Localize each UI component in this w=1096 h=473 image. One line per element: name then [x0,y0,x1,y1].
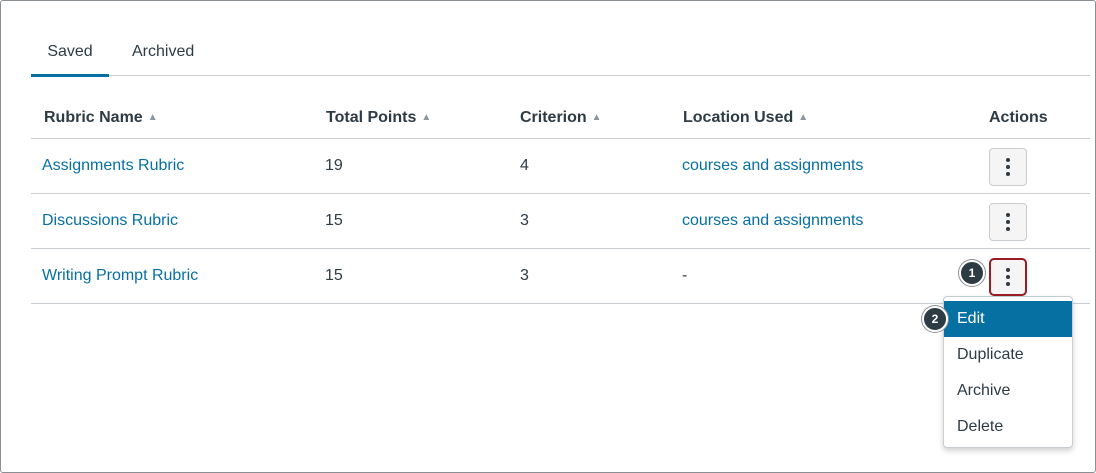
column-label: Criterion [520,109,587,126]
actions-dropdown-menu: Edit Duplicate Archive Delete [943,296,1073,448]
menu-item-delete[interactable]: Delete [944,409,1072,445]
location-used-link[interactable]: courses and assignments [682,212,863,230]
more-options-icon [1006,158,1010,176]
column-label: Rubric Name [44,109,143,126]
more-options-icon [1006,268,1010,286]
actions-menu-button[interactable] [989,203,1027,241]
location-used-value: - [682,267,688,284]
criterion-count: 3 [520,212,529,229]
menu-item-duplicate[interactable]: Duplicate [944,337,1072,373]
column-label: Total Points [326,109,417,126]
rubric-tabs: Saved Archived [31,37,1090,77]
rubric-name-link[interactable]: Discussions Rubric [42,212,178,230]
actions-menu-button[interactable] [989,258,1027,296]
menu-item-archive[interactable]: Archive [944,373,1072,409]
total-points: 15 [325,267,343,284]
sort-arrows-icon[interactable]: ▲︎ [148,112,158,123]
criterion-count: 3 [520,267,529,284]
menu-item-edit[interactable]: Edit [944,301,1072,337]
total-points: 15 [325,212,343,229]
location-used-link[interactable]: courses and assignments [682,157,863,175]
step-callout-2: 2 [922,306,948,332]
rubrics-panel: Saved Archived Rubric Name ▲︎ Total Point… [0,0,1096,473]
column-header-criterion[interactable]: Criterion ▲︎ [520,109,602,127]
tab-archived[interactable]: Archived [132,37,194,76]
column-header-actions: Actions [989,109,1048,126]
column-header-location[interactable]: Location Used ▲︎ [683,109,808,127]
column-label: Location Used [683,109,794,126]
sort-arrows-icon[interactable]: ▲︎ [421,112,431,123]
actions-menu-button[interactable] [989,148,1027,186]
column-header-name[interactable]: Rubric Name ▲︎ [44,109,158,127]
step-callout-1: 1 [959,260,985,286]
more-options-icon [1006,213,1010,231]
table-header: Rubric Name ▲︎ Total Points ▲︎ Criterion ▲︎… [31,101,1090,139]
rubric-name-link[interactable]: Writing Prompt Rubric [42,267,198,285]
tab-saved[interactable]: Saved [31,37,109,77]
total-points: 19 [325,157,343,174]
rubric-name-link[interactable]: Assignments Rubric [42,157,184,175]
table-row: Writing Prompt Rubric 15 3 - [31,249,1090,304]
sort-arrows-icon[interactable]: ▲︎ [592,112,602,123]
table-row: Assignments Rubric 19 4 courses and assi… [31,139,1090,194]
table-row: Discussions Rubric 15 3 courses and assi… [31,194,1090,249]
criterion-count: 4 [520,157,529,174]
sort-arrows-icon[interactable]: ▲︎ [798,112,808,123]
column-header-points[interactable]: Total Points ▲︎ [326,109,431,127]
